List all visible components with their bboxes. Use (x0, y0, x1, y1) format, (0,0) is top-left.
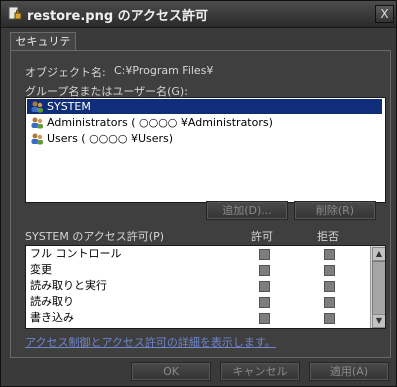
table-row: 読み取りと実行 (26, 278, 370, 294)
permissions-header: SYSTEM のアクセス許可(P) (25, 230, 165, 243)
user-group-icon (31, 133, 43, 145)
scroll-up-arrow-icon[interactable]: ▲ (372, 247, 385, 261)
permissions-details-link[interactable]: アクセス制御とアクセス許可の詳細を表示します。 (25, 334, 276, 350)
close-button[interactable]: X (375, 5, 394, 23)
permission-name: フル コントロール (30, 247, 122, 260)
deny-checkbox[interactable] (324, 281, 335, 292)
user-group-icon (31, 117, 43, 129)
table-row: 読み取り (26, 294, 370, 310)
remove-button[interactable]: 削除(R) (294, 201, 376, 220)
deny-checkbox[interactable] (324, 313, 335, 324)
lock-document-icon (8, 6, 22, 20)
allow-checkbox[interactable] (259, 281, 270, 292)
add-button[interactable]: 追加(D)... (206, 201, 288, 220)
allow-checkbox[interactable] (259, 249, 270, 260)
deny-checkbox[interactable] (324, 265, 335, 276)
scroll-down-arrow-icon[interactable]: ▼ (372, 314, 385, 328)
table-row: 変更 (26, 262, 370, 278)
title-bar[interactable]: restore.png のアクセス許可 X (1, 1, 396, 28)
table-row: フル コントロール (26, 246, 370, 262)
allow-checkbox[interactable] (259, 265, 270, 276)
permission-name: 書き込み (30, 311, 74, 324)
object-name-value: C:¥Program Files¥ (114, 64, 214, 77)
permission-name: 読み取りと実行 (30, 279, 107, 292)
list-item-administrators[interactable]: Administrators ( ○○○○ ¥Administrators) (27, 115, 382, 130)
permissions-scrollbar[interactable]: ▲ ▼ (370, 246, 385, 328)
group-user-list[interactable]: SYSTEM Administrators ( ○○○○ ¥Administra… (25, 97, 386, 203)
scroll-thumb[interactable] (372, 261, 385, 315)
deny-header: 拒否 (317, 230, 339, 243)
list-item-users[interactable]: Users ( ○○○○ ¥Users) (27, 131, 382, 146)
list-item-label: SYSTEM (47, 100, 91, 113)
deny-checkbox[interactable] (324, 297, 335, 308)
deny-checkbox[interactable] (324, 249, 335, 260)
permission-name: 変更 (30, 263, 52, 276)
allow-header: 許可 (251, 230, 273, 243)
tab-security[interactable]: セキュリティ (10, 32, 76, 66)
cancel-button[interactable]: キャンセル (220, 362, 300, 381)
permission-name: 読み取り (30, 295, 74, 308)
window-title: restore.png のアクセス許可 (27, 9, 209, 24)
list-item-label: Users ( ○○○○ ¥Users) (47, 132, 174, 145)
allow-checkbox[interactable] (259, 313, 270, 324)
permissions-dialog: restore.png のアクセス許可 X セキュリティ オブジェクト名: C:… (0, 0, 397, 387)
apply-button[interactable]: 適用(A) (309, 362, 389, 381)
list-item-system[interactable]: SYSTEM (27, 99, 382, 114)
list-item-label: Administrators ( ○○○○ ¥Administrators) (47, 116, 273, 129)
ok-button[interactable]: OK (131, 362, 211, 381)
allow-checkbox[interactable] (259, 297, 270, 308)
user-group-icon (31, 101, 43, 113)
object-name-label: オブジェクト名: (25, 66, 106, 79)
table-row: 書き込み (26, 310, 370, 326)
security-panel: オブジェクト名: C:¥Program Files¥ グループ名またはユーザー名… (10, 50, 391, 358)
permissions-table: フル コントロール 変更 読み取りと実行 読み取り 書き込み ▲ ▼ (25, 245, 386, 329)
